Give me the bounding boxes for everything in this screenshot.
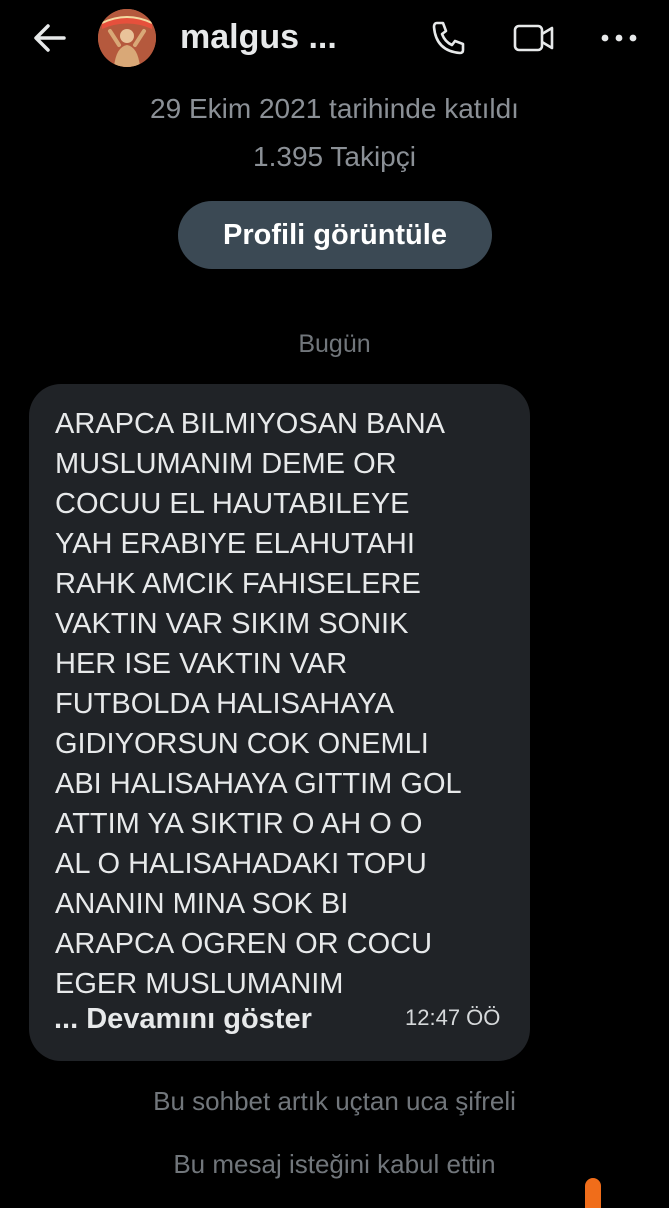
profile-joined-date: 29 Ekim 2021 tarihinde katıldı [150, 93, 519, 124]
message-text: ARAPCA BILMIYOSAN BANA MUSLUMANIM DEME O… [55, 408, 462, 1000]
view-profile-button[interactable]: Profili görüntüle [178, 201, 492, 269]
avatar[interactable] [98, 9, 156, 67]
more-horizontal-icon [601, 34, 637, 42]
avatar-image [98, 9, 156, 67]
call-button[interactable] [428, 18, 468, 58]
video-camera-icon [513, 24, 554, 52]
date-separator: Bugün [298, 330, 371, 358]
more-options-button[interactable] [598, 18, 640, 58]
encryption-notice: Bu sohbet artık uçtan uca şifreli [153, 1086, 516, 1116]
video-call-button[interactable] [512, 18, 556, 58]
conversation-header: malgus ... [0, 0, 669, 80]
arrow-left-icon [34, 24, 66, 52]
profile-follower-count: 1.395 Takipçi [253, 141, 416, 172]
message-bubble[interactable]: ARAPCA BILMIYOSAN BANA MUSLUMANIM DEME O… [29, 384, 530, 1061]
message-timestamp: 12:47 ÖÖ [405, 1005, 501, 1030]
request-accepted-notice: Bu mesaj isteğini kabul ettin [173, 1149, 496, 1179]
phone-icon [432, 21, 465, 55]
show-more-link[interactable]: ... Devamını göster [54, 1003, 312, 1036]
conversation-username[interactable]: malgus ... [180, 18, 337, 57]
back-button[interactable] [30, 20, 70, 56]
floating-action-edge[interactable] [585, 1178, 601, 1208]
